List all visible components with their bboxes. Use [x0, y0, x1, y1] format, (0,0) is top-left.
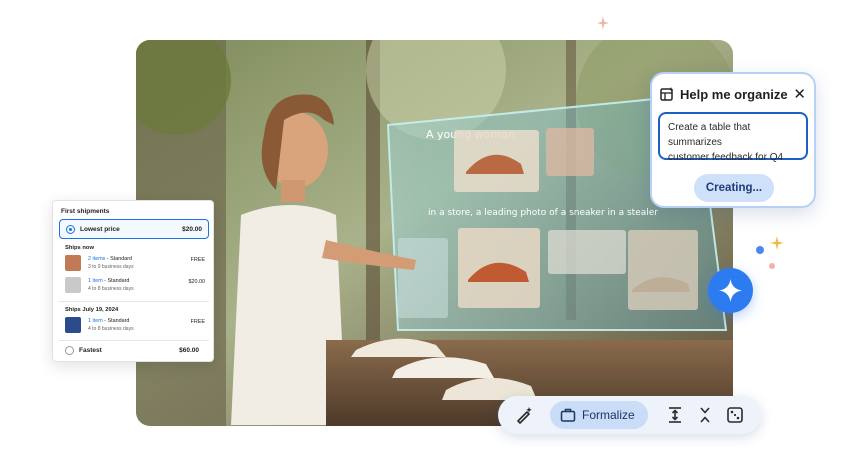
expand-text-icon[interactable] — [665, 405, 685, 425]
delivery-window: 4 to 8 business days — [88, 286, 134, 292]
shipping-method: - Standard — [105, 256, 133, 262]
prompt-line: customer feedback for Q4 — [668, 152, 784, 163]
shipping-title: First shipments — [61, 208, 110, 215]
prompt-line: Create a table that summarizes — [668, 122, 751, 148]
shipment-item: 1 item - Standard 4 to 8 business days F… — [65, 316, 205, 336]
dice-icon[interactable] — [725, 405, 745, 425]
lowest-price-label: Lowest price — [80, 226, 120, 233]
ships-later-heading: Ships July 19, 2024 — [65, 307, 119, 313]
shipping-fee: FREE — [190, 319, 205, 325]
product-thumbnail — [65, 317, 81, 333]
sparkle-icon — [597, 16, 609, 30]
prompt-input[interactable]: Create a table that summarizes customer … — [658, 112, 808, 163]
items-link[interactable]: 1 item — [88, 278, 103, 284]
magic-pen-icon[interactable] — [514, 405, 534, 425]
formalize-label: Formalize — [582, 408, 635, 422]
items-link[interactable]: 1 item — [88, 318, 103, 324]
delivery-window: 3 to 9 business days — [88, 264, 134, 270]
sparkle-dot-icon — [756, 246, 764, 254]
briefcase-icon — [560, 408, 576, 422]
help-me-organize-card: Help me organize ✕ Create a table that s… — [650, 72, 816, 208]
creating-button[interactable]: Creating... — [694, 174, 774, 202]
shorten-icon[interactable] — [695, 405, 715, 425]
screen-caption: in a store, a leading photo of a sneaker… — [428, 208, 658, 218]
gemini-button[interactable] — [708, 268, 753, 313]
divider — [59, 301, 209, 302]
gemini-star-icon — [719, 279, 742, 302]
delivery-window: 4 to 8 business days — [88, 326, 134, 332]
formalize-button[interactable]: Formalize — [550, 401, 648, 429]
shipping-options-card: First shipments Lowest price $20.00 Ship… — [52, 200, 214, 362]
sparkle-icon — [770, 236, 784, 250]
lowest-price-value: $20.00 — [182, 226, 202, 233]
product-thumbnail — [65, 255, 81, 271]
ships-now-heading: Ships now — [65, 245, 94, 251]
items-link[interactable]: 2 items — [88, 256, 105, 262]
radio-unselected-icon — [65, 346, 74, 355]
lowest-price-option[interactable]: Lowest price $20.00 — [59, 219, 209, 239]
organize-title: Help me organize — [680, 86, 788, 102]
shipment-item: 2 items - Standard 3 to 9 business days … — [65, 254, 205, 274]
sparkle-dot-icon — [769, 263, 775, 269]
shipping-fee: FREE — [190, 257, 205, 263]
close-icon[interactable]: ✕ — [793, 87, 806, 102]
shipping-fee: $20.00 — [188, 279, 206, 285]
fastest-label: Fastest — [79, 347, 102, 354]
table-sparkle-icon — [660, 87, 674, 101]
organize-header: Help me organize ✕ — [660, 84, 806, 104]
promo-stage: A young woman in a store, a leading phot… — [0, 0, 848, 457]
hero-photo: A young woman in a store, a leading phot… — [136, 40, 733, 426]
radio-selected-icon — [66, 225, 75, 234]
writing-toolbar: Formalize — [498, 396, 761, 434]
shipping-method: - Standard — [102, 278, 130, 284]
divider — [59, 340, 209, 341]
shipment-item: 1 item - Standard 4 to 8 business days $… — [65, 276, 205, 296]
product-thumbnail — [65, 277, 81, 293]
fastest-price: $60.00 — [179, 347, 199, 354]
shipping-method: - Standard — [102, 318, 130, 324]
